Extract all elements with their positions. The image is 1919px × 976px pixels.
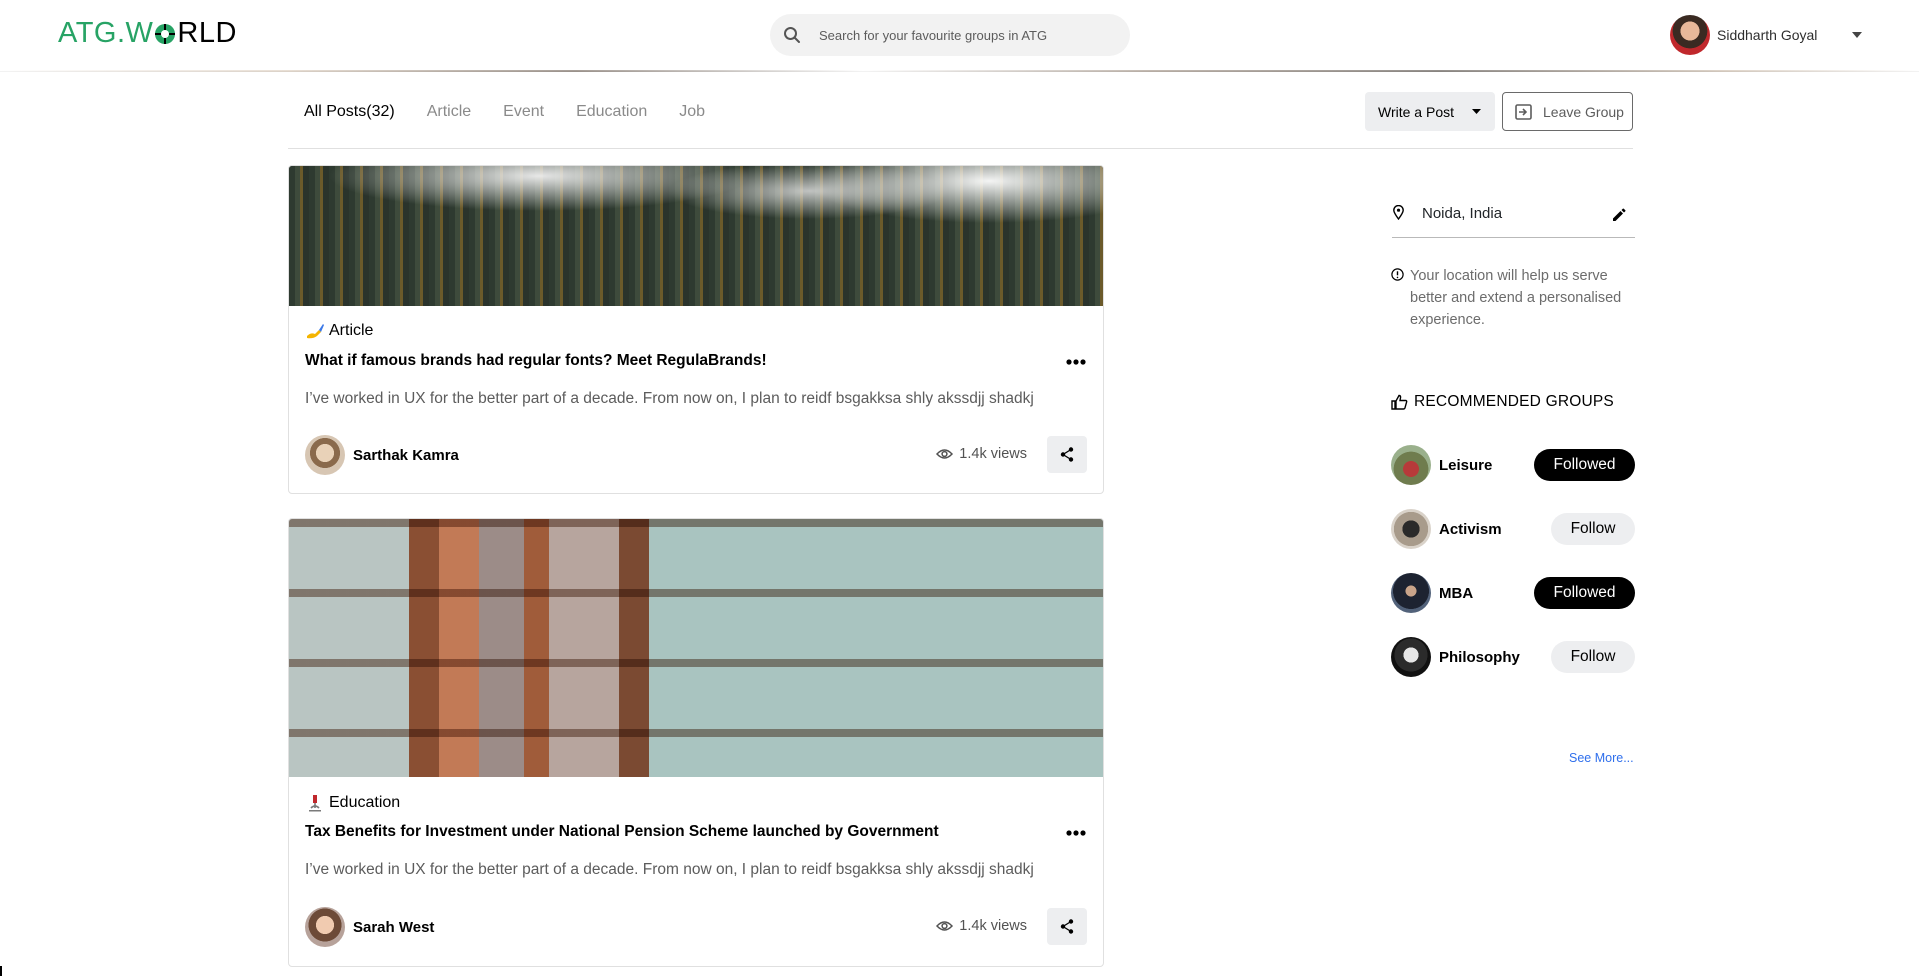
search-icon — [784, 27, 800, 43]
post-author[interactable]: Sarah West — [305, 907, 434, 947]
post-title[interactable]: Tax Benefits for Investment under Nation… — [305, 823, 939, 841]
edit-pencil-icon[interactable] — [1611, 207, 1627, 223]
views-count: 1.4k views — [959, 918, 1027, 934]
writing-hand-icon — [307, 324, 324, 339]
header-decor-strip — [0, 70, 1919, 72]
write-post-label: Write a Post — [1378, 103, 1454, 120]
post-cover-texture — [289, 519, 1103, 777]
post-filter-tabs: All Posts(32) Article Event Education Jo… — [304, 103, 737, 121]
user-menu[interactable]: Siddharth Goyal — [1670, 15, 1863, 55]
group-name[interactable]: Philosophy — [1439, 649, 1520, 666]
text-cursor — [0, 966, 2, 976]
group-item[interactable]: MBA Followed — [1391, 573, 1635, 613]
post-views: 1.4k views — [936, 446, 1027, 462]
search-bar[interactable] — [770, 14, 1130, 56]
group-name[interactable]: MBA — [1439, 585, 1473, 602]
author-avatar[interactable] — [305, 907, 345, 947]
more-options-icon[interactable] — [1066, 359, 1086, 365]
tab-event[interactable]: Event — [503, 103, 544, 121]
views-count: 1.4k views — [959, 446, 1027, 462]
globe-logo-icon — [155, 24, 176, 44]
eye-icon — [936, 449, 954, 459]
tab-education[interactable]: Education — [576, 103, 647, 121]
post-category: Education — [305, 794, 400, 812]
share-button[interactable] — [1047, 436, 1087, 473]
post-card[interactable]: Article What if famous brands had regula… — [288, 165, 1104, 494]
post-cover-wrapper — [289, 519, 1103, 777]
tab-all-posts[interactable]: All Posts(32) — [304, 103, 395, 121]
group-item[interactable]: Philosophy Follow — [1391, 637, 1635, 677]
recommended-groups-heading: RECOMMENDED GROUPS — [1391, 393, 1614, 411]
author-avatar[interactable] — [305, 435, 345, 475]
group-avatar[interactable] — [1391, 509, 1431, 549]
more-options-icon[interactable] — [1066, 830, 1086, 836]
group-avatar[interactable] — [1391, 445, 1431, 485]
post-excerpt: I’ve worked in UX for the better part of… — [305, 390, 1034, 407]
follow-button[interactable]: Follow — [1551, 641, 1635, 673]
search-input[interactable] — [819, 27, 1099, 43]
group-item[interactable]: Activism Follow — [1391, 509, 1635, 549]
chevron-down-icon[interactable] — [1472, 109, 1481, 114]
exit-icon — [1515, 103, 1532, 120]
leave-group-button[interactable]: Leave Group — [1502, 92, 1633, 131]
group-avatar[interactable] — [1391, 637, 1431, 677]
group-name[interactable]: Activism — [1439, 521, 1502, 538]
follow-button[interactable]: Follow — [1551, 513, 1635, 545]
eye-icon — [936, 921, 954, 931]
group-name[interactable]: Leisure — [1439, 457, 1492, 474]
share-icon — [1060, 919, 1074, 934]
see-more-link[interactable]: See More... — [1569, 751, 1634, 765]
followed-button[interactable]: Followed — [1534, 577, 1635, 609]
group-item[interactable]: Leisure Followed — [1391, 445, 1635, 485]
user-avatar[interactable] — [1670, 15, 1710, 55]
tabs-divider — [288, 148, 1633, 149]
post-category-label: Education — [329, 794, 401, 811]
write-post-button[interactable]: Write a Post — [1365, 92, 1495, 131]
tab-job[interactable]: Job — [679, 103, 705, 121]
location-field[interactable]: Noida, India — [1392, 200, 1635, 238]
tab-article[interactable]: Article — [427, 103, 471, 121]
group-avatar[interactable] — [1391, 573, 1431, 613]
post-views: 1.4k views — [936, 918, 1027, 934]
leave-group-label: Leave Group — [1543, 103, 1624, 120]
share-icon — [1060, 447, 1074, 462]
followed-button[interactable]: Followed — [1534, 449, 1635, 481]
location-pin-icon — [1393, 205, 1404, 220]
post-category: Article — [305, 322, 373, 340]
author-name: Sarah West — [353, 918, 435, 936]
logo-text-part1: ATG.W — [58, 17, 154, 49]
chevron-down-icon[interactable] — [1852, 32, 1863, 38]
share-button[interactable] — [1047, 908, 1087, 945]
post-excerpt: I’ve worked in UX for the better part of… — [305, 861, 1034, 878]
post-author[interactable]: Sarthak Kamra — [305, 435, 459, 475]
recommended-groups-title: RECOMMENDED GROUPS — [1414, 393, 1614, 410]
top-navbar: ATG.W RLD Siddharth Goyal — [0, 0, 1919, 72]
thumbs-up-icon — [1391, 394, 1408, 410]
logo-text-part2: RLD — [177, 17, 237, 49]
microscope-icon — [309, 795, 321, 812]
location-text: Noida, India — [1422, 205, 1503, 222]
info-icon — [1391, 268, 1404, 281]
location-info-text: Your location will help us serve better … — [1410, 268, 1622, 328]
post-card[interactable]: Education Tax Benefits for Investment un… — [288, 518, 1104, 967]
post-category-label: Article — [329, 322, 374, 339]
user-name: Siddharth Goyal — [1717, 27, 1818, 43]
author-name: Sarthak Kamra — [353, 446, 459, 464]
post-cover-image — [289, 166, 1103, 306]
post-title[interactable]: What if famous brands had regular fonts?… — [305, 352, 767, 370]
atg-world-logo[interactable]: ATG.W RLD — [58, 17, 237, 50]
